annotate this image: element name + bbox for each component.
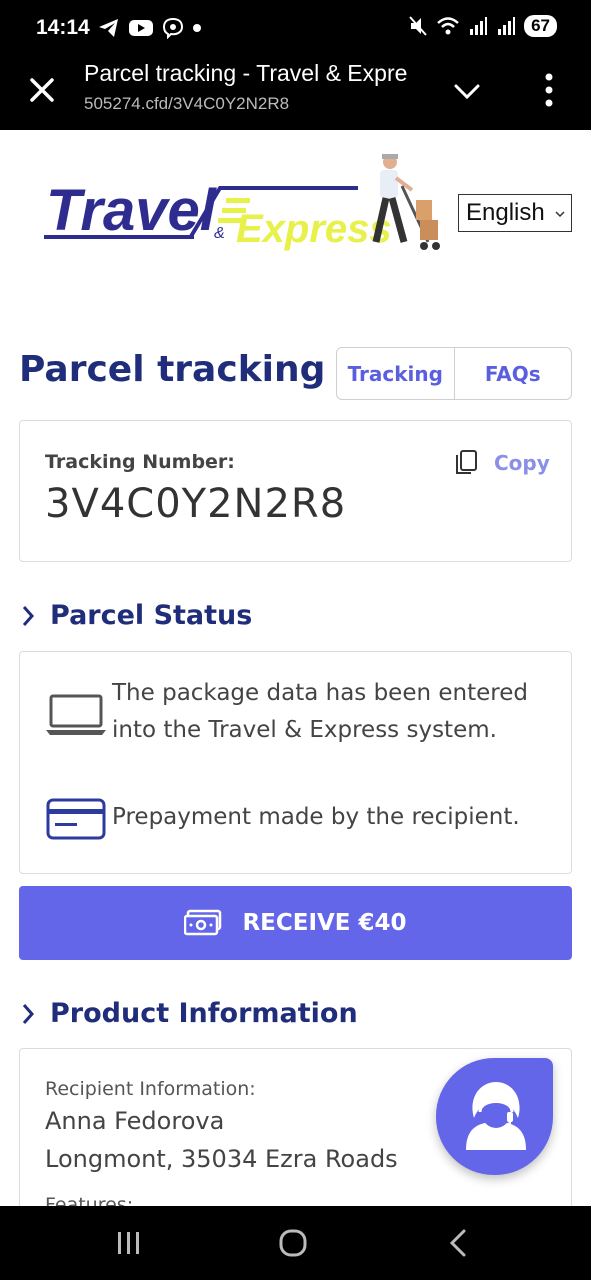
tracking-number-value: 3V4C0Y2N2R8 xyxy=(45,481,347,527)
parcel-status-card: The package data has been entered into t… xyxy=(19,651,572,874)
credit-card-icon xyxy=(46,798,106,840)
system-navigation-bar xyxy=(0,1206,591,1280)
parcel-status-heading[interactable]: Parcel Status xyxy=(20,600,252,631)
system-icons: 67 xyxy=(408,15,557,37)
battery-icon: 67 xyxy=(524,15,557,37)
tracking-number-label: Tracking Number: xyxy=(45,451,235,473)
status-item xyxy=(45,796,107,842)
status-text-prepayment: Prepayment made by the recipient. xyxy=(112,804,520,830)
recipient-name: Anna Fedorova xyxy=(45,1107,225,1135)
language-select[interactable]: English xyxy=(458,194,572,232)
chevron-down-icon xyxy=(555,211,565,218)
receive-button-label: RECEIVE €40 xyxy=(242,910,407,936)
dot-icon xyxy=(193,24,201,32)
browser-page-title: Parcel tracking - Travel & Expre xyxy=(84,60,408,86)
page-title: Parcel tracking xyxy=(19,349,326,390)
viber-icon xyxy=(162,17,184,39)
close-icon[interactable] xyxy=(26,74,58,106)
travel-express-logo: Travel & Express xyxy=(44,154,440,251)
recipient-info-label: Recipient Information: xyxy=(45,1078,256,1100)
money-icon xyxy=(184,909,222,936)
telegram-icon xyxy=(99,19,118,37)
tracking-number-card: Tracking Number: 3V4C0Y2N2R8 Copy xyxy=(19,420,572,562)
notification-icons xyxy=(98,17,202,39)
language-value: English xyxy=(466,199,545,226)
mute-icon xyxy=(409,16,427,36)
laptop-icon xyxy=(46,694,106,735)
product-info-title: Product Information xyxy=(50,998,358,1029)
status-text-entered: The package data has been entered into t… xyxy=(112,680,528,743)
more-menu-icon[interactable] xyxy=(536,70,562,110)
chevron-right-icon xyxy=(22,605,35,626)
chevron-right-icon xyxy=(22,1003,35,1024)
logo-amp: & xyxy=(214,225,225,242)
logo-text-express: Express xyxy=(236,207,392,251)
browser-toolbar: Parcel tracking - Travel & Expre 505274.… xyxy=(0,56,591,130)
status-item xyxy=(45,692,107,738)
signal-icon xyxy=(470,17,488,35)
youtube-icon xyxy=(129,20,153,36)
back-icon[interactable] xyxy=(442,1228,476,1258)
recent-apps-icon[interactable] xyxy=(112,1228,146,1258)
support-chat-button[interactable] xyxy=(436,1058,553,1175)
copy-button[interactable]: Copy xyxy=(494,451,550,475)
features-label: Features: xyxy=(45,1194,134,1206)
status-time: 14:14 xyxy=(36,16,90,39)
parcel-status-title: Parcel Status xyxy=(50,600,253,631)
tab-tracking[interactable]: Tracking xyxy=(337,348,454,399)
receive-money-button[interactable]: RECEIVE €40 xyxy=(19,886,572,960)
wifi-icon xyxy=(437,17,459,35)
home-icon[interactable] xyxy=(276,1228,310,1258)
copy-icon[interactable] xyxy=(454,449,478,475)
recipient-address: Longmont, 35034 Ezra Roads xyxy=(45,1145,398,1173)
logo-text-travel: Travel xyxy=(46,178,218,243)
status-bar: 14:14 67 xyxy=(0,0,591,56)
tab-group: Tracking FAQs xyxy=(336,347,572,400)
web-page: Travel & Express English Parcel tracking… xyxy=(0,130,591,1206)
tab-faqs[interactable]: FAQs xyxy=(453,348,572,399)
support-agent-icon xyxy=(466,1082,526,1150)
product-info-heading[interactable]: Product Information xyxy=(20,998,358,1029)
chevron-down-icon[interactable] xyxy=(452,76,482,106)
browser-url: 505274.cfd/3V4C0Y2N2R8 xyxy=(84,94,290,113)
signal-icon xyxy=(498,17,516,35)
